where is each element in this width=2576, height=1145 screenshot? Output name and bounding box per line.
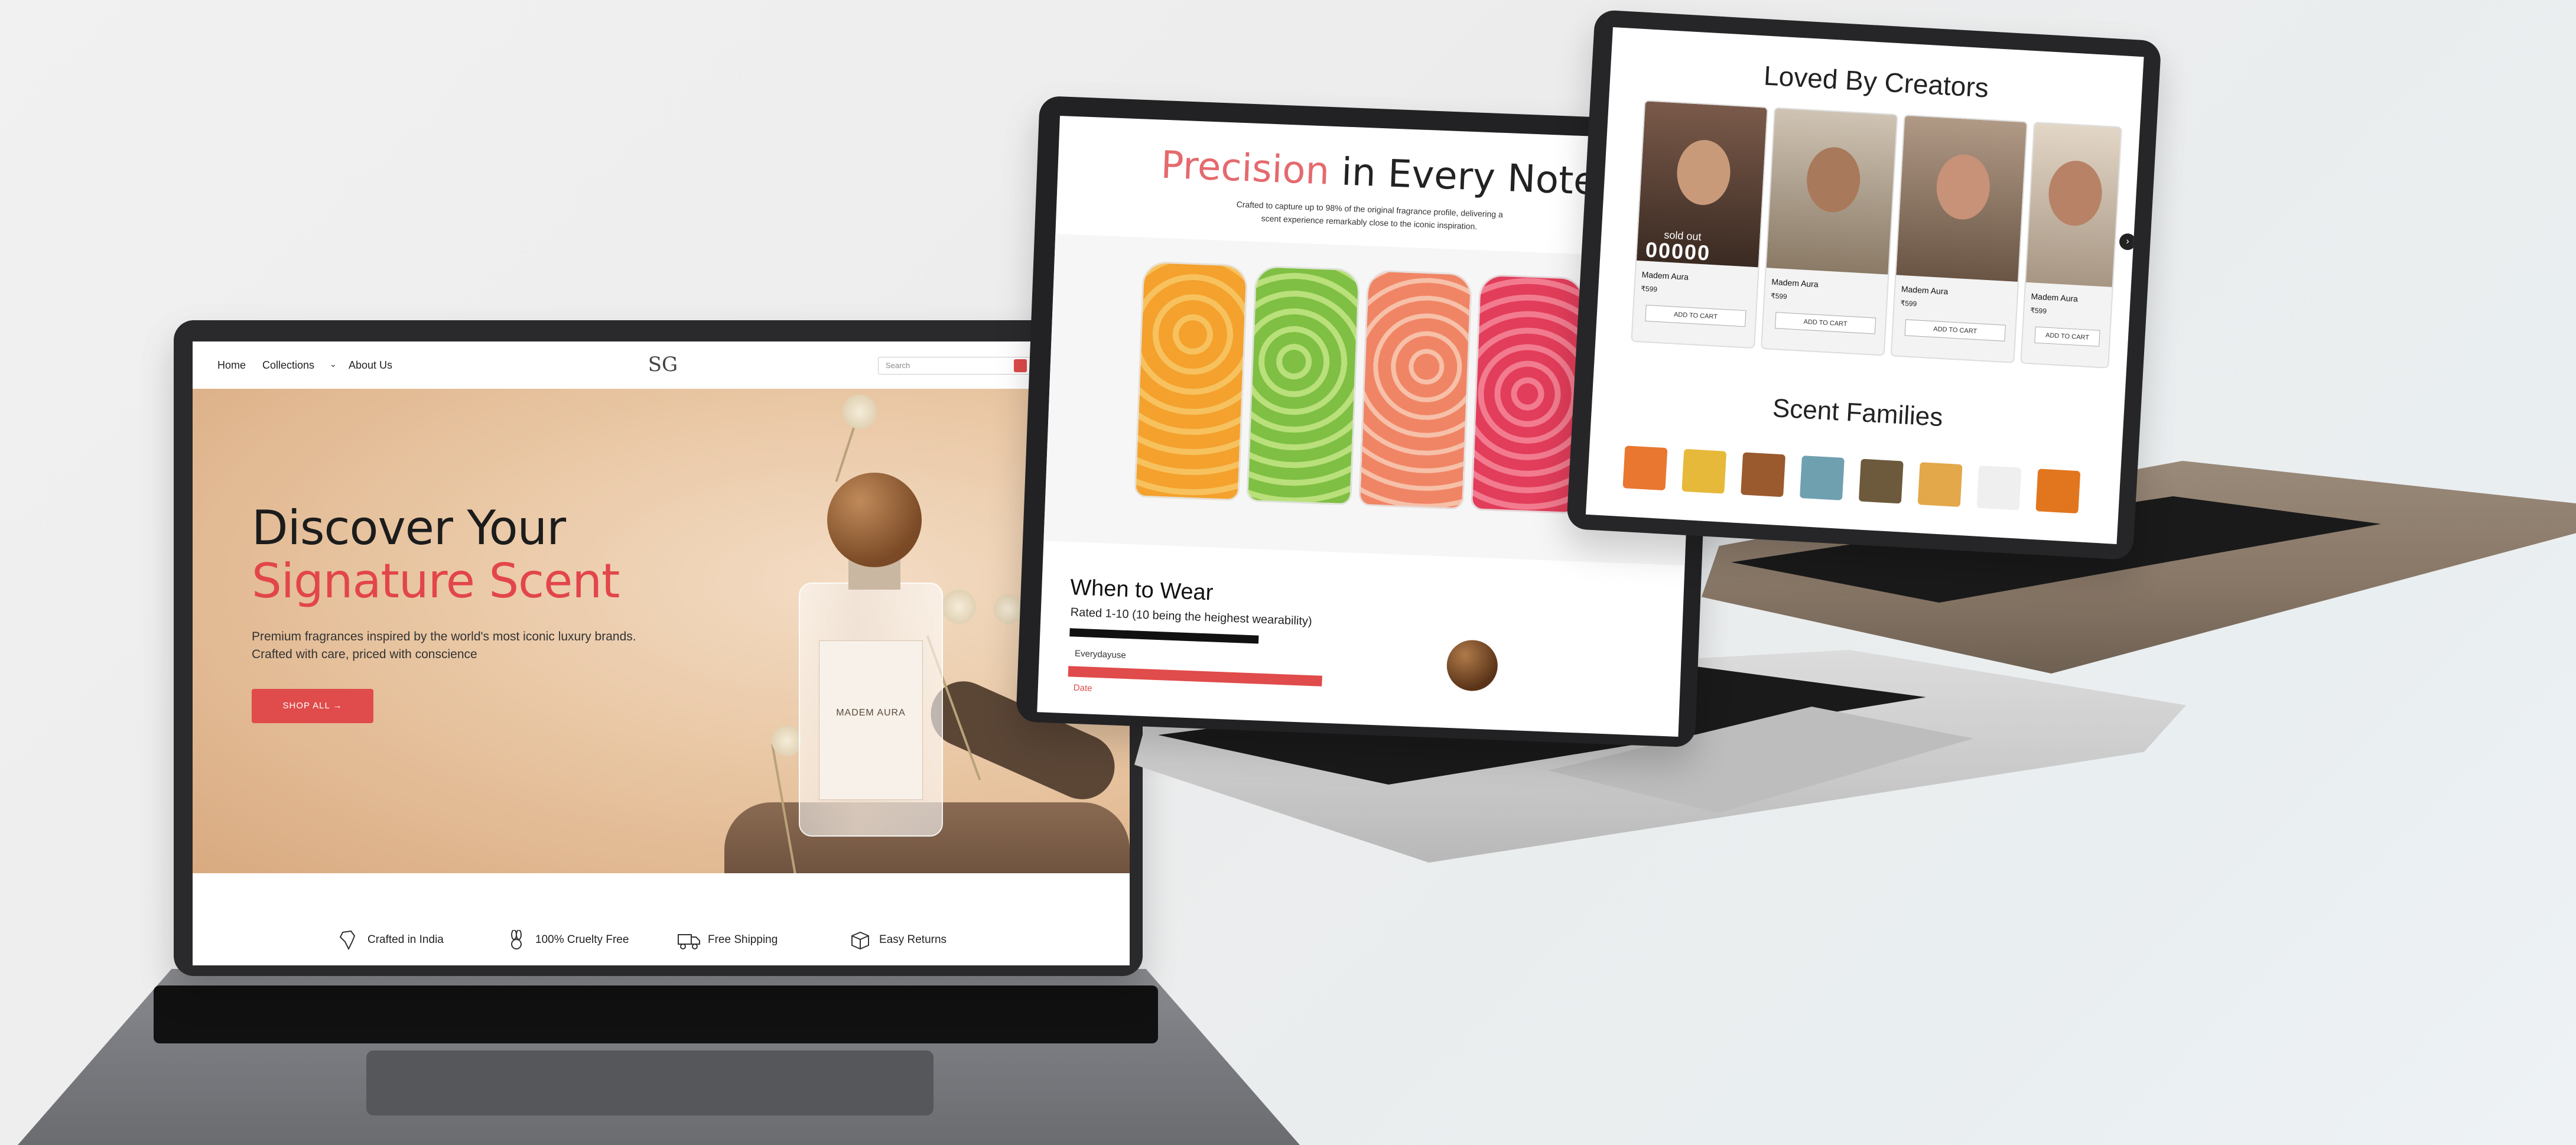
shop-all-button[interactable]: SHOP ALL →	[252, 689, 373, 723]
feature-label: 100% Cruelty Free	[535, 933, 629, 946]
hero-description-line2: Crafted with care, priced with conscienc…	[252, 648, 477, 661]
arrow-right-icon: →	[333, 701, 343, 711]
rating-label-everyday: Everydayuse	[1074, 648, 1127, 661]
chevron-down-icon[interactable]: ⌄	[330, 359, 337, 369]
top-navbar: Home Collections ⌄ About Us SG Search	[193, 341, 1130, 389]
chevron-right-icon: ›	[2125, 236, 2130, 247]
creators-page-screen: Loved By Creators 00000 sold out Madem A…	[1585, 27, 2144, 544]
bottle-label-text: MADEM AURA	[836, 708, 906, 718]
dried-flower-image	[772, 726, 802, 756]
feature-label: Crafted in India	[367, 933, 444, 946]
nav-collections-link[interactable]: Collections	[262, 359, 314, 372]
rose-petals-tube	[1470, 274, 1585, 515]
sold-out-label: sold out	[1663, 229, 1702, 243]
feature-crafted-in-india: Crafted in India	[337, 930, 444, 950]
search-icon[interactable]	[1014, 359, 1027, 372]
feature-cruelty-free: 100% Cruelty Free	[505, 930, 629, 950]
product-price: ₹599	[2029, 306, 2047, 315]
product-price: ₹599	[1640, 284, 1658, 294]
product-name: Madem Aura	[1901, 284, 1949, 297]
precision-title-accent: Precision	[1160, 143, 1331, 194]
product-price: ₹599	[1770, 291, 1788, 301]
precision-title-rest: in Every Note	[1341, 150, 1598, 204]
feature-label: Easy Returns	[879, 933, 947, 946]
feature-easy-returns: Easy Returns	[848, 930, 947, 950]
laptop-left-trackpad	[366, 1050, 934, 1115]
bottle-cap-image	[1446, 639, 1499, 692]
grapefruit-slices-tube	[1358, 269, 1473, 510]
add-to-cart-button[interactable]: ADD TO CART	[1774, 312, 1876, 334]
scent-families-title: Scent Families	[1771, 393, 1944, 432]
add-to-cart-button[interactable]: ADD TO CART	[2034, 326, 2100, 347]
truck-icon	[678, 934, 700, 949]
lime-slices-tube	[1246, 265, 1361, 506]
creator-card[interactable]: Madem Aura ₹599 ADD TO CART	[2020, 122, 2122, 369]
when-to-wear-title: When to Wear	[1069, 575, 1214, 606]
hero-banner: MADEM AURA Discover Your Signature Scent…	[193, 389, 1130, 920]
nav-home-link[interactable]: Home	[217, 359, 246, 372]
scent-family-tile[interactable]	[1681, 448, 1727, 494]
return-box-icon	[851, 931, 869, 950]
bottle-label	[819, 640, 923, 800]
add-to-cart-button[interactable]: ADD TO CART	[1645, 304, 1746, 327]
scent-family-tile[interactable]	[1622, 445, 1668, 491]
shop-all-label: SHOP ALL	[282, 701, 330, 711]
scent-family-tile[interactable]	[1976, 465, 2022, 510]
rating-bar-red	[1068, 666, 1322, 687]
home-page-screen: Home Collections ⌄ About Us SG Search MA…	[193, 341, 1130, 965]
when-to-wear-subtitle: Rated 1-10 (10 being the heighest wearab…	[1070, 606, 1313, 628]
orange-slices-tube	[1134, 261, 1248, 502]
scent-family-tile[interactable]	[1741, 452, 1786, 497]
dried-flower-image	[843, 395, 877, 429]
nav-about-link[interactable]: About Us	[349, 359, 392, 372]
hero-description-line1: Premium fragrances inspired by the world…	[252, 630, 636, 643]
features-strip: Crafted in India 100% Cruelty Free Free …	[193, 873, 1130, 965]
creator-card[interactable]: Madem Aura ₹599 ADD TO CART	[1760, 107, 1898, 356]
hero-title-line2: Signature Scent	[252, 554, 620, 609]
bottle-cap	[827, 473, 922, 567]
product-price: ₹599	[1900, 298, 1917, 308]
creator-card[interactable]: Madem Aura ₹599 ADD TO CART	[1890, 114, 2028, 363]
hero-title-line1: Discover Your	[252, 500, 566, 555]
feature-free-shipping: Free Shipping	[677, 930, 778, 950]
feature-label: Free Shipping	[708, 933, 778, 946]
dried-flower-image	[942, 590, 976, 624]
product-name: Madem Aura	[1771, 277, 1819, 289]
rating-label-date: Date	[1073, 682, 1092, 694]
laptop-left-keyboard	[154, 985, 1158, 1043]
scent-family-tile[interactable]	[1800, 455, 1845, 500]
add-to-cart-button[interactable]: ADD TO CART	[1904, 319, 2006, 341]
scent-family-tile[interactable]	[2035, 469, 2081, 514]
india-map-icon	[339, 930, 356, 950]
rating-bar-dark	[1069, 628, 1259, 644]
brand-logo[interactable]: SG	[646, 347, 679, 383]
dried-flower-image	[994, 594, 1023, 624]
search-input[interactable]: Search	[878, 357, 1032, 375]
product-name: Madem Aura	[1641, 269, 1689, 282]
scent-family-tile[interactable]	[1858, 458, 1904, 504]
creator-card[interactable]: 00000 sold out Madem Aura ₹599 ADD TO CA…	[1631, 100, 1768, 349]
bunny-icon	[511, 930, 522, 949]
product-name: Madem Aura	[2031, 291, 2079, 304]
scent-family-tile[interactable]	[1917, 462, 1963, 508]
